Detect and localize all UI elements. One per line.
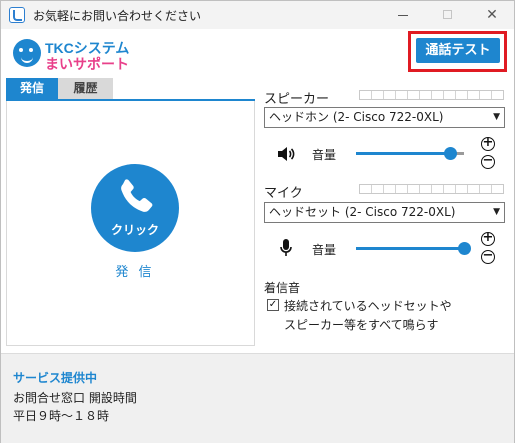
window-title: お気軽にお問い合わせください	[33, 9, 202, 23]
speaker-device-value: ヘッドホン (2- Cisco 722-0XL)	[269, 110, 444, 124]
call-test-highlight: 通話テスト	[408, 31, 507, 72]
speaker-device-select[interactable]: ヘッドホン (2- Cisco 722-0XL) ▼	[264, 107, 505, 128]
close-icon: ✕	[486, 7, 498, 23]
mic-volume-up-icon[interactable]: +	[481, 231, 495, 246]
microphone-icon	[280, 239, 292, 256]
support-window: お気軽にお問い合わせください ✕ TKCシステム まいサポート 通話テスト 発信…	[0, 0, 515, 443]
outgoing-panel: クリック 発 信	[6, 101, 255, 346]
speaker-volume-slider[interactable]	[444, 147, 457, 160]
mic-level-meter	[359, 184, 504, 194]
ring-all-text-line2: スピーカー等をすべて鳴らす	[284, 318, 439, 332]
mic-volume-down-icon[interactable]: −	[481, 249, 495, 264]
speaker-volume-label: 音量	[312, 148, 337, 162]
tab-bar: 発信 履歴	[6, 78, 255, 101]
close-button[interactable]: ✕	[470, 3, 514, 27]
service-status: サービス提供中	[13, 371, 98, 385]
minimize-icon	[398, 15, 408, 16]
speaker-label: スピーカー	[264, 92, 330, 107]
phone-icon	[121, 179, 153, 212]
call-button[interactable]: クリック	[91, 164, 179, 252]
ring-all-text-line1: 接続されているヘッドセットや	[284, 299, 452, 313]
tab-history[interactable]: 履歴	[58, 78, 113, 99]
ring-all-devices-checkbox[interactable]: ✓	[267, 299, 279, 311]
app-icon	[9, 7, 25, 23]
maximize-button[interactable]	[426, 3, 470, 27]
call-caption: 発 信	[115, 265, 155, 280]
minimize-button[interactable]	[382, 3, 426, 27]
speaker-volume-up-icon[interactable]: +	[481, 136, 495, 151]
footer: サービス提供中 お問合せ窓口 開設時間 平日９時～１８時	[1, 353, 514, 443]
brand-logo: TKCシステム まいサポート	[13, 37, 133, 72]
speaker-volume-fill	[356, 152, 450, 155]
title-bar: お気軽にお問い合わせください ✕	[1, 1, 514, 29]
tab-outgoing[interactable]: 発信	[6, 78, 58, 99]
mic-device-select[interactable]: ヘッドセット (2- Cisco 722-0XL) ▼	[264, 202, 505, 223]
speaker-level-meter	[359, 90, 504, 100]
chevron-down-icon: ▼	[493, 112, 500, 122]
call-button-label: クリック	[110, 223, 159, 237]
logo-mascot-icon	[13, 39, 41, 67]
speaker-icon	[278, 147, 295, 161]
call-test-button[interactable]: 通話テスト	[416, 38, 500, 63]
speaker-volume-down-icon[interactable]: −	[481, 154, 495, 169]
hours-value: 平日９時～１８時	[13, 409, 110, 423]
maximize-icon	[443, 10, 452, 19]
mic-volume-slider[interactable]	[458, 242, 471, 255]
mic-label: マイク	[264, 186, 303, 201]
mic-volume-label: 音量	[312, 243, 337, 257]
logo-line2: まいサポート	[45, 56, 129, 72]
mic-device-value: ヘッドセット (2- Cisco 722-0XL)	[269, 205, 456, 219]
ringtone-label: 着信音	[264, 281, 301, 295]
mic-volume-fill	[356, 247, 464, 250]
hours-title: お問合せ窓口 開設時間	[13, 391, 137, 405]
chevron-down-icon: ▼	[493, 207, 500, 217]
